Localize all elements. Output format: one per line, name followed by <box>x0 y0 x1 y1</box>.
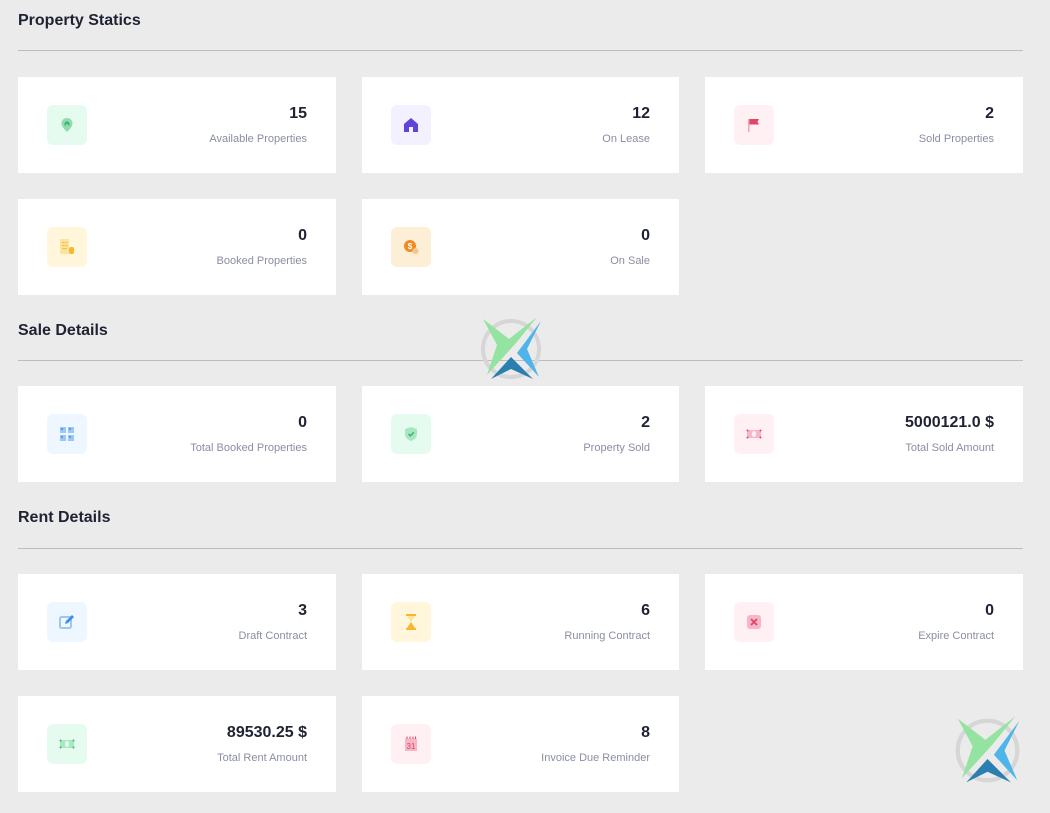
card-sold-properties[interactable]: 2 Sold Properties <box>705 77 1023 173</box>
banknote-icon <box>746 429 762 439</box>
card-label: Draft Contract <box>238 630 307 642</box>
card-label: Total Booked Properties <box>190 442 307 454</box>
card-total-booked-properties[interactable]: 0 Total Booked Properties <box>18 386 336 482</box>
card-running-contract[interactable]: 6 Running Contract <box>362 574 679 670</box>
card-value: 0 <box>641 227 650 244</box>
icon-box: $ <box>391 227 431 267</box>
card-value: 3 <box>298 602 307 619</box>
price-tag-icon: $ <box>404 240 419 254</box>
card-total-sold-amount[interactable]: 5000121.0 $ Total Sold Amount <box>705 386 1023 482</box>
card-label: Total Sold Amount <box>905 442 994 454</box>
icon-box <box>734 105 774 145</box>
icon-box <box>47 227 87 267</box>
card-value: 2 <box>641 414 650 431</box>
section-divider <box>18 50 1023 51</box>
card-value: 8 <box>641 724 650 741</box>
card-value: 0 <box>298 414 307 431</box>
card-label: Available Properties <box>209 133 307 145</box>
card-value: 5000121.0 $ <box>905 414 994 431</box>
edit-icon <box>59 615 74 629</box>
card-value: 6 <box>641 602 650 619</box>
card-label: Invoice Due Reminder <box>541 752 650 764</box>
card-value: 2 <box>985 105 994 122</box>
icon-box <box>47 724 87 764</box>
calendar-icon-text: 31 <box>407 742 416 751</box>
card-property-sold[interactable]: 2 Property Sold <box>362 386 679 482</box>
section-title-sale-details: Sale Details <box>18 322 108 339</box>
shield-check-icon <box>405 427 417 441</box>
card-label: On Sale <box>610 255 650 267</box>
card-value: 0 <box>298 227 307 244</box>
map-pin-home-icon <box>61 118 73 132</box>
grid-icon <box>60 427 74 441</box>
section-divider <box>18 548 1023 549</box>
card-value: 0 <box>985 602 994 619</box>
banknote-icon <box>59 739 75 749</box>
icon-box <box>391 602 431 642</box>
document-coin-icon <box>60 239 74 254</box>
card-available-properties[interactable]: 15 Available Properties <box>18 77 336 173</box>
card-invoice-due-reminder[interactable]: 31 8 Invoice Due Reminder <box>362 696 679 792</box>
card-label: On Lease <box>602 133 650 145</box>
icon-box <box>391 414 431 454</box>
card-label: Expire Contract <box>918 630 994 642</box>
card-value: 15 <box>289 105 307 122</box>
calendar-icon: 31 <box>405 736 417 751</box>
house-icon <box>404 118 418 132</box>
icon-box <box>391 105 431 145</box>
close-box-icon <box>747 615 761 629</box>
card-value: 12 <box>632 105 650 122</box>
card-booked-properties[interactable]: 0 Booked Properties <box>18 199 336 295</box>
card-label: Total Rent Amount <box>217 752 307 764</box>
card-label: Property Sold <box>583 442 650 454</box>
watermark-logo-icon <box>481 317 541 379</box>
card-label: Booked Properties <box>216 255 308 267</box>
dashboard-page: Property Statics 15 Available Properties… <box>0 0 1050 813</box>
card-label: Sold Properties <box>918 133 994 145</box>
icon-box <box>734 602 774 642</box>
icon-box <box>47 602 87 642</box>
watermark-logo-icon <box>955 716 1020 783</box>
card-draft-contract[interactable]: 3 Draft Contract <box>18 574 336 670</box>
section-title-rent-details: Rent Details <box>18 509 111 526</box>
icon-box <box>734 414 774 454</box>
card-on-sale[interactable]: $ 0 On Sale <box>362 199 679 295</box>
icon-box <box>47 414 87 454</box>
card-on-lease[interactable]: 12 On Lease <box>362 77 679 173</box>
card-expire-contract[interactable]: 0 Expire Contract <box>705 574 1023 670</box>
hourglass-icon <box>406 614 416 630</box>
card-label: Running Contract <box>564 630 650 642</box>
flag-icon <box>748 119 759 132</box>
icon-box: 31 <box>391 724 431 764</box>
svg-text:$: $ <box>408 242 413 251</box>
card-total-rent-amount[interactable]: 89530.25 $ Total Rent Amount <box>18 696 336 792</box>
card-value: 89530.25 $ <box>226 724 307 741</box>
section-title-property-statics: Property Statics <box>18 12 141 29</box>
icon-box <box>47 105 87 145</box>
